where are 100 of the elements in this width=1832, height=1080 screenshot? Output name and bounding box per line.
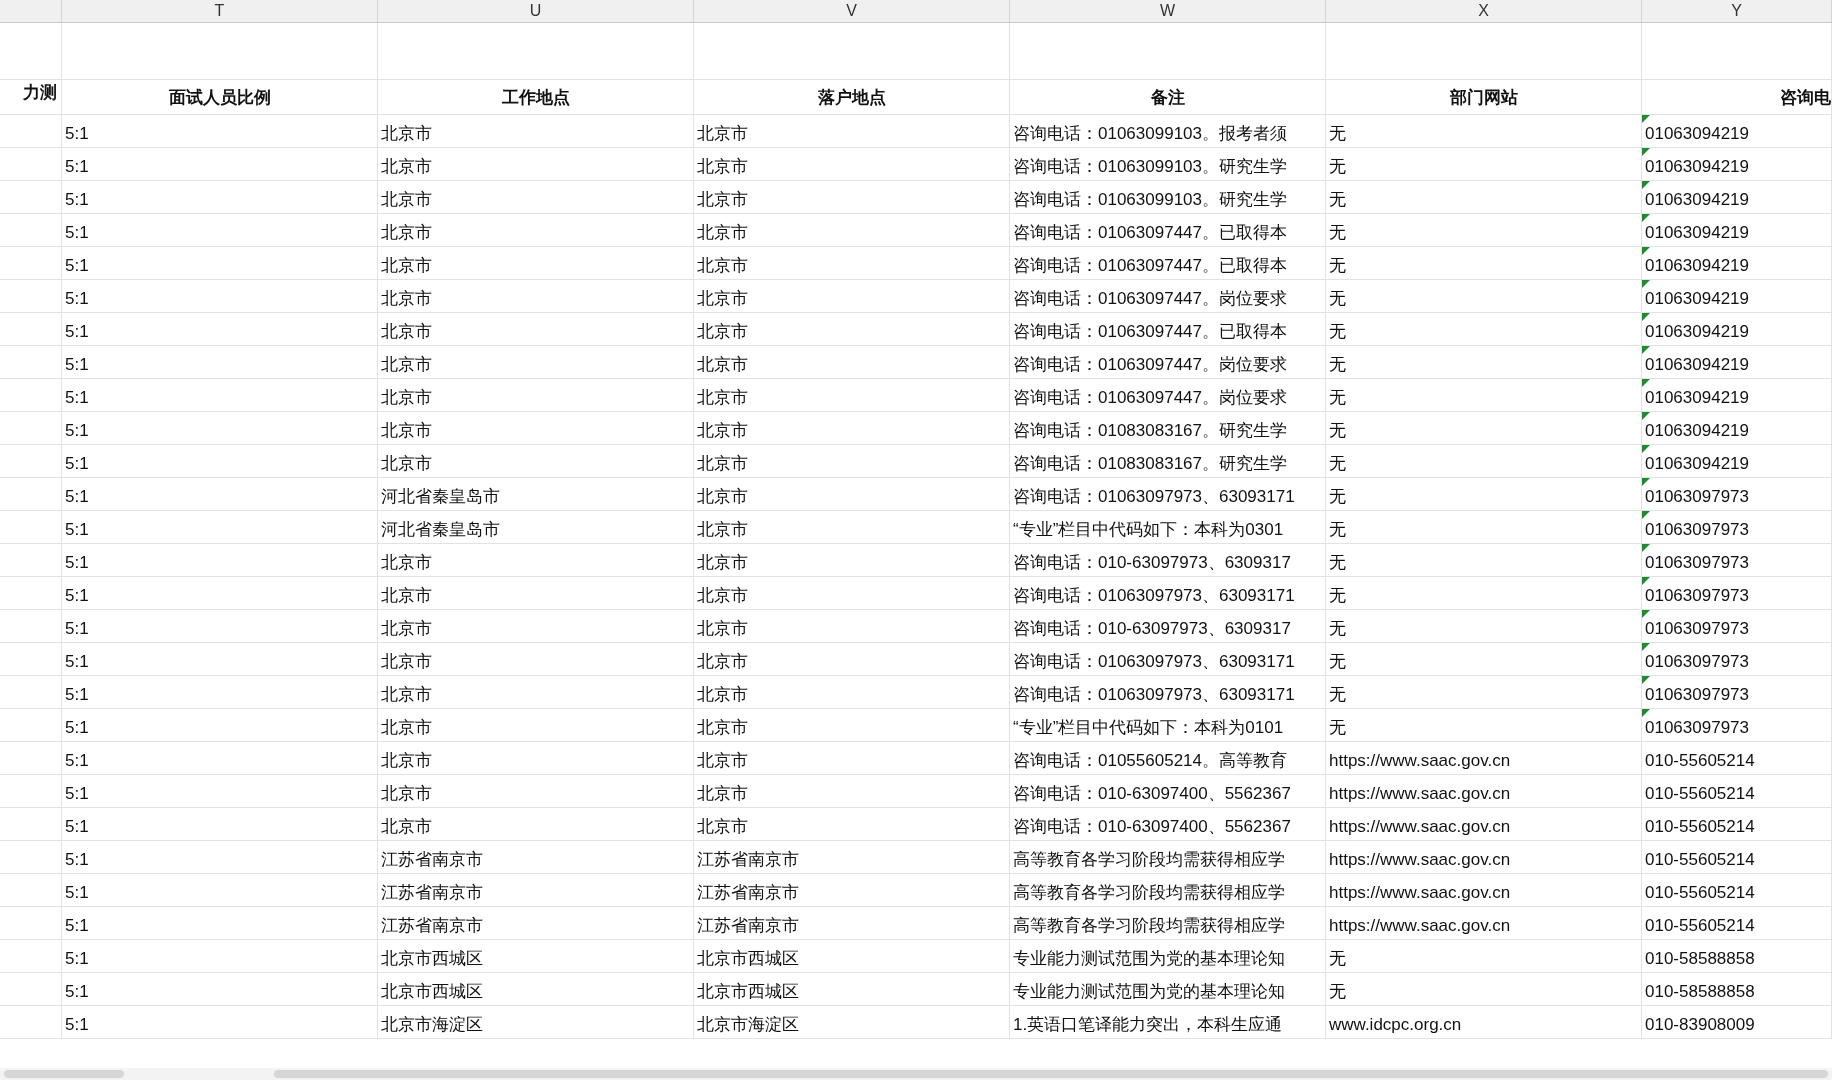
table-cell: 5:1 — [65, 949, 89, 969]
column-letter[interactable]: W — [1159, 0, 1176, 23]
column-header: 落户地点 — [817, 85, 886, 109]
table-cell: 无 — [1329, 520, 1346, 540]
table-cell: 无 — [1329, 949, 1346, 969]
table-cell: 北京市 — [381, 619, 432, 639]
column-letter[interactable]: T — [214, 0, 225, 23]
table-cell: 无 — [1329, 454, 1346, 474]
table-cell: 江苏省南京市 — [697, 850, 799, 870]
table-cell: 北京市 — [697, 784, 748, 804]
column-letter[interactable]: U — [529, 0, 542, 23]
table-cell: 无 — [1329, 124, 1346, 144]
table-cell: 5:1 — [65, 916, 89, 936]
table-cell: 北京市 — [381, 124, 432, 144]
table-cell: 北京市 — [381, 322, 432, 342]
table-cell: 咨询电话：01083083167。研究生学 — [1013, 454, 1287, 474]
table-cell: 北京市 — [697, 817, 748, 837]
table-cell: 无 — [1329, 487, 1346, 507]
table-cell: 北京市 — [381, 157, 432, 177]
table-cell: 01063097973 — [1645, 553, 1749, 573]
table-cell: 无 — [1329, 718, 1346, 738]
table-cell: 010-58588858 — [1645, 949, 1755, 969]
table-cell: 江苏省南京市 — [381, 850, 483, 870]
column-letter[interactable]: Y — [1731, 0, 1742, 23]
table-cell: 5:1 — [65, 190, 89, 210]
table-cell: 北京市 — [697, 652, 748, 672]
table-cell: 咨询电话：01063097447。已取得本 — [1013, 322, 1287, 342]
table-cell: 北京市 — [381, 388, 432, 408]
table-cell: https://www.saac.gov.cn — [1329, 883, 1511, 903]
table-cell: https://www.saac.gov.cn — [1329, 916, 1511, 936]
table-cell: 北京市 — [381, 223, 432, 243]
table-cell: 北京市 — [381, 256, 432, 276]
table-cell: 河北省秦皇岛市 — [381, 487, 500, 507]
table-cell: 北京市海淀区 — [697, 1015, 799, 1035]
table-cell: 北京市 — [697, 256, 748, 276]
table-cell: 北京市 — [697, 751, 748, 771]
table-cell: 北京市 — [697, 190, 748, 210]
table-cell: 江苏省南京市 — [697, 883, 799, 903]
table-cell: 江苏省南京市 — [381, 883, 483, 903]
table-cell: 01063094219 — [1645, 223, 1749, 243]
table-cell: “专业”栏目中代码如下：本科为0101 — [1013, 718, 1284, 738]
table-cell: 5:1 — [65, 355, 89, 375]
table-cell: 010-55605214 — [1645, 817, 1755, 837]
table-cell: 01063094219 — [1645, 355, 1749, 375]
table-cell: 咨询电话：01063099103。报考者须 — [1013, 124, 1287, 144]
column-header: 备注 — [1150, 85, 1185, 109]
table-cell: 5:1 — [65, 388, 89, 408]
column-letter[interactable]: V — [846, 0, 857, 23]
table-cell: 咨询电话：010-63097973、6309317 — [1013, 553, 1291, 573]
table-cell: 5:1 — [65, 718, 89, 738]
table-cell: 5:1 — [65, 454, 89, 474]
table-cell: 北京市 — [381, 685, 432, 705]
table-cell: 01063094219 — [1645, 256, 1749, 276]
table-cell: 5:1 — [65, 289, 89, 309]
table-cell: 5:1 — [65, 982, 89, 1002]
table-cell: 01063097973 — [1645, 652, 1749, 672]
horizontal-scrollbar[interactable] — [0, 1068, 1832, 1080]
table-cell: 5:1 — [65, 487, 89, 507]
table-cell: 北京市 — [381, 784, 432, 804]
table-cell: 无 — [1329, 322, 1346, 342]
table-cell: 北京市 — [381, 586, 432, 606]
table-cell: 江苏省南京市 — [697, 916, 799, 936]
column-header: 咨询电 — [1780, 85, 1831, 109]
table-cell: 北京市海淀区 — [381, 1015, 483, 1035]
table-cell: 5:1 — [65, 421, 89, 441]
table-cell: 北京市 — [697, 157, 748, 177]
table-cell: 咨询电话：01083083167。研究生学 — [1013, 421, 1287, 441]
table-cell: 5:1 — [65, 817, 89, 837]
table-cell: 咨询电话：01063097447。已取得本 — [1013, 256, 1287, 276]
table-cell: 无 — [1329, 619, 1346, 639]
table-cell: “专业”栏目中代码如下：本科为0301 — [1013, 520, 1284, 540]
table-cell: 无 — [1329, 256, 1346, 276]
table-cell: 北京市 — [381, 454, 432, 474]
table-cell: 高等教育各学习阶段均需获得相应学 — [1013, 850, 1285, 870]
column-header: 部门网站 — [1449, 85, 1518, 109]
table-cell: 01063097973 — [1645, 487, 1749, 507]
table-cell: 5:1 — [65, 685, 89, 705]
table-cell: 北京市西城区 — [697, 949, 799, 969]
table-cell: 北京市 — [381, 190, 432, 210]
table-cell: 5:1 — [65, 520, 89, 540]
table-cell: 010-58588858 — [1645, 982, 1755, 1002]
scrollbar-thumb[interactable] — [273, 1070, 1828, 1078]
scrollbar-thumb[interactable] — [4, 1070, 124, 1078]
table-cell: 北京市西城区 — [381, 949, 483, 969]
table-cell: 北京市 — [697, 718, 748, 738]
table-cell: 无 — [1329, 982, 1346, 1002]
table-cell: 01063094219 — [1645, 190, 1749, 210]
table-cell: 北京市 — [697, 487, 748, 507]
table-cell: 无 — [1329, 553, 1346, 573]
table-cell: 5:1 — [65, 124, 89, 144]
table-cell: https://www.saac.gov.cn — [1329, 784, 1511, 804]
table-cell: 01063094219 — [1645, 454, 1749, 474]
table-cell: 咨询电话：01063097447。岗位要求 — [1013, 388, 1287, 408]
table-cell: 咨询电话：01063097973、63093171 — [1013, 487, 1295, 507]
table-cell: 无 — [1329, 157, 1346, 177]
table-cell: 咨询电话：010-63097973、6309317 — [1013, 619, 1291, 639]
table-cell: 北京市 — [697, 421, 748, 441]
table-cell: 北京市 — [697, 586, 748, 606]
table-cell: 咨询电话：01063099103。研究生学 — [1013, 190, 1287, 210]
column-letter[interactable]: X — [1478, 0, 1489, 23]
